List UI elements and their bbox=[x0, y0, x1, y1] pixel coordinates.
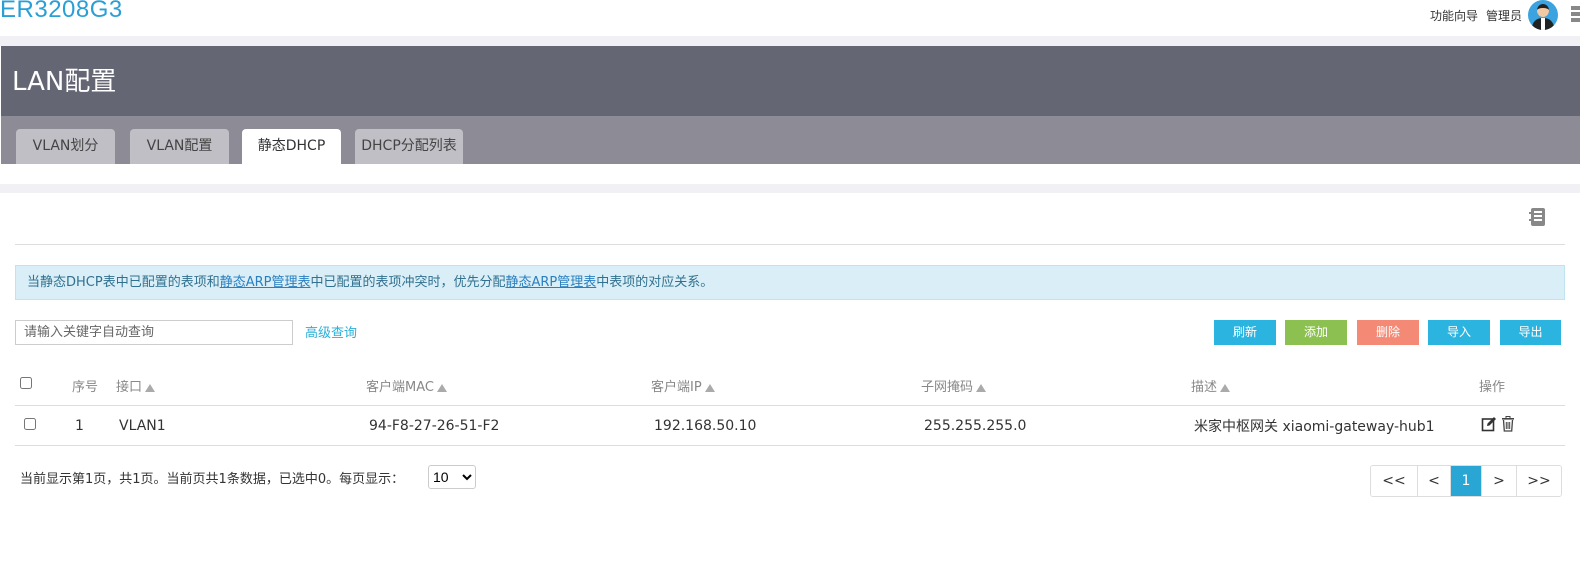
advanced-search-link[interactable]: 高级查询 bbox=[305, 322, 357, 341]
header-ip[interactable]: 客户端IP bbox=[651, 365, 921, 406]
divider bbox=[15, 244, 1565, 245]
notice-text-2: 中已配置的表项冲突时，优先分配 bbox=[310, 275, 506, 290]
top-bar: ER3208G3 功能向导 管理员 bbox=[0, 0, 1580, 36]
cell-desc: 米家中枢网关 xiaomi-gateway-hub1 bbox=[1191, 405, 1479, 446]
delete-button[interactable]: 删除 bbox=[1357, 320, 1419, 345]
help-book-icon[interactable] bbox=[1529, 207, 1547, 227]
select-all-checkbox[interactable] bbox=[20, 377, 32, 389]
first-page-button[interactable]: << bbox=[1371, 466, 1417, 496]
export-button[interactable]: 导出 bbox=[1500, 320, 1561, 345]
refresh-button[interactable]: 刷新 bbox=[1214, 320, 1276, 345]
notice-text-1: 当静态DHCP表中已配置的表项和 bbox=[27, 275, 220, 290]
header-index: 序号 bbox=[72, 365, 116, 406]
section-separator bbox=[0, 184, 1580, 193]
sort-asc-icon[interactable] bbox=[1220, 383, 1231, 392]
add-button[interactable]: 添加 bbox=[1285, 320, 1347, 345]
brand-logo: ER3208G3 bbox=[0, 0, 123, 23]
cell-ip: 192.168.50.10 bbox=[651, 405, 921, 446]
row-checkbox[interactable] bbox=[24, 417, 36, 430]
static-arp-link-1[interactable]: 静态ARP管理表 bbox=[220, 275, 311, 290]
trash-icon[interactable] bbox=[1501, 415, 1515, 436]
tab-dhcp-list[interactable]: DHCP分配列表 bbox=[355, 129, 463, 164]
sort-asc-icon[interactable] bbox=[976, 383, 987, 392]
next-page-button[interactable]: > bbox=[1481, 466, 1516, 496]
top-separator bbox=[0, 36, 1580, 46]
header-desc[interactable]: 描述 bbox=[1191, 365, 1479, 406]
wizard-link[interactable]: 功能向导 bbox=[1430, 7, 1478, 24]
page-size-select[interactable]: 10 bbox=[428, 465, 476, 489]
last-page-button[interactable]: >> bbox=[1516, 466, 1561, 496]
header-ops: 操作 bbox=[1479, 365, 1565, 406]
table-row: 1 VLAN1 94-F8-27-26-51-F2 192.168.50.10 … bbox=[15, 405, 1565, 446]
info-notice: 当静态DHCP表中已配置的表项和静态ARP管理表中已配置的表项冲突时，优先分配静… bbox=[15, 265, 1565, 300]
page-header: LAN配置 bbox=[1, 46, 1580, 116]
import-button[interactable]: 导入 bbox=[1428, 320, 1490, 345]
edit-icon[interactable] bbox=[1481, 416, 1497, 436]
cell-mac: 94-F8-27-26-51-F2 bbox=[366, 405, 651, 446]
notice-text-3: 中表项的对应关系。 bbox=[596, 275, 714, 290]
cell-interface: VLAN1 bbox=[116, 405, 366, 446]
settings-icon[interactable] bbox=[1568, 4, 1580, 26]
static-arp-link-2[interactable]: 静态ARP管理表 bbox=[505, 275, 596, 290]
tab-static-dhcp[interactable]: 静态DHCP bbox=[242, 129, 341, 164]
prev-page-button[interactable]: < bbox=[1417, 466, 1450, 496]
header-interface[interactable]: 接口 bbox=[116, 365, 366, 406]
top-links: 功能向导 管理员 bbox=[1430, 0, 1580, 30]
header-mac[interactable]: 客户端MAC bbox=[366, 365, 651, 406]
pagination-summary: 当前显示第1页，共1页。当前页共1条数据，已选中0。每页显示： bbox=[20, 472, 405, 487]
tab-bar: VLAN划分 VLAN配置 静态DHCP DHCP分配列表 bbox=[1, 116, 1580, 164]
static-dhcp-table: 序号 接口 客户端MAC 客户端IP 子网掩码 描述 操作 1 VLAN1 94… bbox=[15, 365, 1565, 446]
header-mask[interactable]: 子网掩码 bbox=[921, 365, 1191, 406]
header-select-all bbox=[15, 365, 72, 406]
table-header-row: 序号 接口 客户端MAC 客户端IP 子网掩码 描述 操作 bbox=[15, 365, 1565, 406]
search-input[interactable] bbox=[15, 320, 293, 345]
tab-vlan-division[interactable]: VLAN划分 bbox=[16, 129, 115, 164]
cell-ops bbox=[1479, 405, 1565, 446]
sort-asc-icon[interactable] bbox=[704, 383, 715, 392]
cell-mask: 255.255.255.0 bbox=[921, 405, 1191, 446]
current-page-button[interactable]: 1 bbox=[1450, 466, 1481, 496]
sort-asc-icon[interactable] bbox=[145, 383, 156, 392]
pager: << < 1 > >> bbox=[1370, 465, 1562, 497]
user-avatar[interactable] bbox=[1528, 0, 1558, 30]
cell-index: 1 bbox=[72, 405, 116, 446]
page-title: LAN配置 bbox=[12, 67, 117, 97]
sort-asc-icon[interactable] bbox=[436, 383, 447, 392]
tab-vlan-config[interactable]: VLAN配置 bbox=[130, 129, 229, 164]
user-label[interactable]: 管理员 bbox=[1486, 7, 1522, 24]
